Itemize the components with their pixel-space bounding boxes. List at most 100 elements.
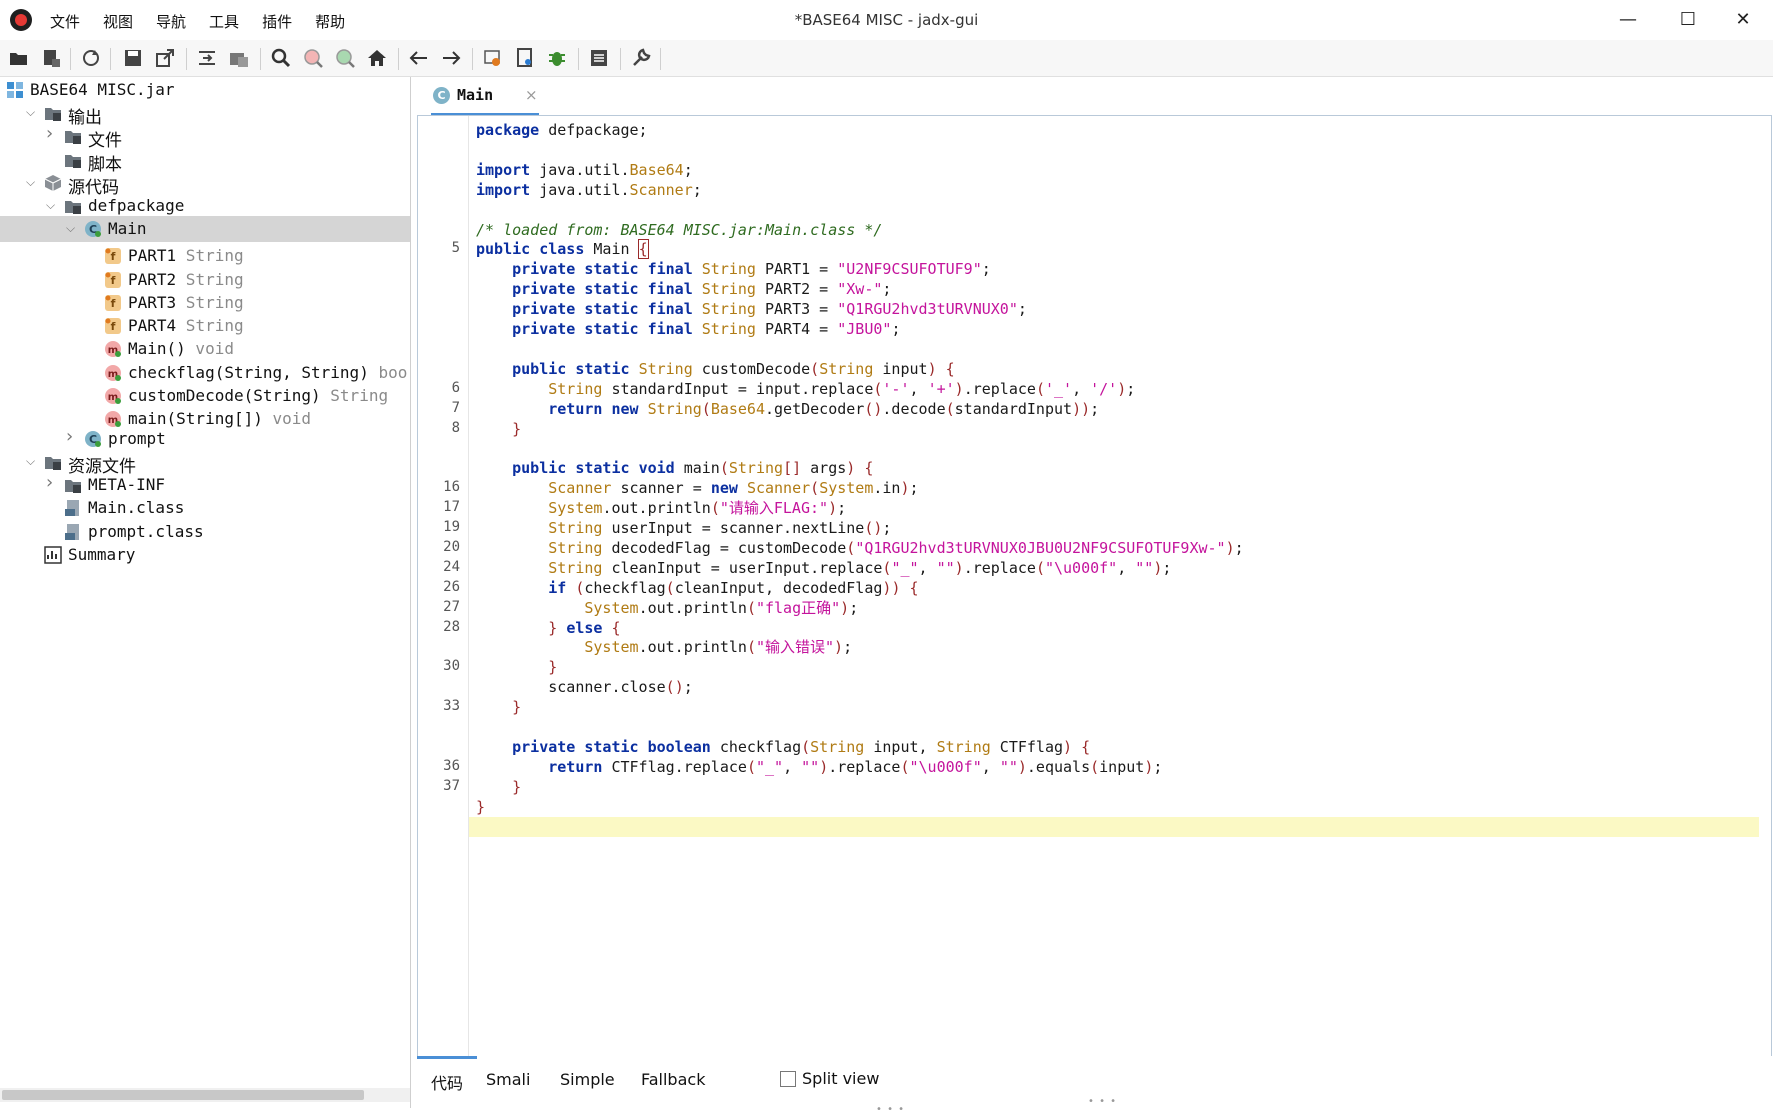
line-number: 8	[451, 419, 460, 436]
summary-icon	[44, 546, 62, 564]
menu-view[interactable]: 视图	[103, 11, 146, 32]
search-icon[interactable]	[270, 47, 292, 69]
chevron-right-icon[interactable]: ›	[46, 472, 58, 493]
home-icon[interactable]	[366, 47, 388, 69]
code-line[interactable]: package defpackage;	[476, 120, 648, 140]
code-editor[interactable]: 5 6 7 8 16 17 19 20 24 26 27 28 30 33 36 37 package def…	[417, 115, 1772, 1057]
plugins-icon[interactable]	[588, 47, 610, 69]
export-icon[interactable]	[154, 47, 176, 69]
code-line[interactable]: public static String customDecode(String…	[476, 359, 955, 379]
code-line[interactable]: private static final String PART3 = "Q1R…	[476, 299, 1027, 319]
field-icon: f	[104, 317, 122, 335]
code-line[interactable]: public class Main {	[476, 239, 649, 260]
code-line[interactable]: } else {	[476, 618, 620, 638]
code-line[interactable]: if (checkflag(cleanInput, decodedFlag)) …	[476, 578, 918, 598]
class-icon: C	[84, 220, 102, 238]
code-line[interactable]: String userInput = scanner.nextLine();	[476, 518, 891, 538]
code-line[interactable]: public static void main(String[] args) {	[476, 458, 873, 478]
back-icon[interactable]	[408, 47, 430, 69]
code-line[interactable]: System.out.println("flag正确");	[476, 598, 858, 618]
close-button[interactable]: ✕	[1723, 6, 1763, 34]
tree-item-label: PART4 String	[128, 316, 244, 335]
chevron-right-icon[interactable]: ›	[66, 426, 78, 447]
line-number: 37	[443, 777, 460, 794]
chevron-right-icon[interactable]: ›	[46, 123, 58, 144]
tree-item[interactable]: m Main() void	[0, 336, 410, 362]
tree-item[interactable]: Summary	[0, 542, 410, 568]
menu-tools[interactable]: 工具	[209, 11, 252, 32]
code-line[interactable]: }	[476, 777, 521, 797]
tab-fallback[interactable]: Fallback	[641, 1070, 705, 1089]
add-files-icon[interactable]	[40, 47, 62, 69]
tree-item[interactable]: Main.class	[0, 495, 410, 521]
tab-smali[interactable]: Smali	[486, 1070, 530, 1089]
find-class-icon[interactable]	[334, 47, 356, 69]
menu-navigation[interactable]: 导航	[156, 11, 199, 32]
find-usage-icon[interactable]	[302, 47, 324, 69]
tree-item[interactable]: ⌵ C Main	[0, 216, 410, 242]
deobfuscate-icon[interactable]	[482, 47, 504, 69]
code-line[interactable]: }	[476, 419, 521, 439]
code-line[interactable]: String cleanInput = userInput.replace("_…	[476, 558, 1171, 578]
code-line[interactable]: Scanner scanner = new Scanner(System.in)…	[476, 478, 918, 498]
maximize-button[interactable]: ☐	[1668, 6, 1708, 34]
code-line[interactable]: }	[476, 657, 557, 677]
tree-item-type: String	[176, 246, 244, 265]
resize-grip-icon[interactable]: • • •	[1088, 1096, 1117, 1107]
sync-tree-icon[interactable]	[196, 47, 218, 69]
chevron-down-icon[interactable]: ⌵	[46, 198, 58, 212]
code-line[interactable]: import java.util.Base64;	[476, 160, 693, 180]
package-icon	[44, 174, 62, 192]
line-number: 27	[443, 598, 460, 615]
tree-item[interactable]: f PART1 String	[0, 243, 410, 269]
code-line[interactable]: }	[476, 797, 485, 817]
minimize-button[interactable]: —	[1608, 6, 1648, 34]
tree-scrollbar-thumb[interactable]	[2, 1090, 364, 1100]
code-line[interactable]: scanner.close();	[476, 677, 693, 697]
code-line[interactable]: private static boolean checkflag(String …	[476, 737, 1090, 757]
code-line[interactable]: return new String(Base64.getDecoder().de…	[476, 399, 1099, 419]
open-icon[interactable]	[8, 47, 30, 69]
chevron-down-icon[interactable]: ⌵	[26, 175, 38, 189]
code-line[interactable]: String decodedFlag = customDecode("Q1RGU…	[476, 538, 1243, 558]
code-line[interactable]: private static final String PART4 = "JBU…	[476, 319, 900, 339]
settings-icon[interactable]	[630, 47, 652, 69]
current-line-highlight	[469, 816, 1759, 837]
log-icon[interactable]	[514, 47, 536, 69]
tree-item[interactable]: › 文件	[0, 123, 410, 151]
chevron-down-icon[interactable]: ⌵	[26, 454, 38, 468]
line-number: 19	[443, 519, 460, 535]
tree-item-label: Main.class	[88, 498, 185, 517]
tab-main[interactable]: C Main ×	[431, 77, 539, 116]
debug-icon[interactable]	[546, 47, 568, 69]
flatten-icon[interactable]	[228, 47, 250, 69]
code-line[interactable]: private static final String PART1 = "U2N…	[476, 259, 991, 279]
code-line[interactable]: private static final String PART2 = "Xw-…	[476, 279, 891, 299]
code-line[interactable]: /* loaded from: BASE64 MISC.jar:Main.cla…	[476, 220, 882, 240]
tree-item-label: META-INF	[88, 475, 166, 494]
line-number: 6	[451, 379, 460, 396]
menu-help[interactable]: 帮助	[315, 11, 358, 32]
menu-plugins[interactable]: 插件	[262, 11, 305, 32]
chevron-down-icon[interactable]: ⌵	[26, 105, 38, 119]
tab-simple[interactable]: Simple	[560, 1070, 615, 1089]
code-line[interactable]: return CTFflag.replace("_", "").replace(…	[476, 757, 1162, 777]
tab-code[interactable]: 代码	[431, 1070, 463, 1094]
line-number: 7	[451, 399, 460, 416]
split-view-checkbox[interactable]	[780, 1071, 796, 1087]
reload-icon[interactable]	[80, 47, 102, 69]
tree-item-label: PART3 String	[128, 293, 244, 312]
jadx-logo-icon	[10, 9, 32, 31]
code-line[interactable]: String standardInput = input.replace('-'…	[476, 379, 1135, 399]
code-line[interactable]: System.out.println("输入错误");	[476, 637, 852, 657]
tab-close-icon[interactable]: ×	[525, 86, 538, 104]
menu-file[interactable]: 文件	[50, 11, 93, 32]
chevron-down-icon[interactable]: ⌵	[66, 221, 78, 235]
code-line[interactable]: import java.util.Scanner;	[476, 180, 702, 200]
save-icon[interactable]	[122, 47, 144, 69]
code-line[interactable]: }	[476, 697, 521, 717]
code-line[interactable]: System.out.println("请输入FLAG:");	[476, 498, 846, 518]
forward-icon[interactable]	[440, 47, 462, 69]
resize-grip-icon[interactable]: • • •	[876, 1104, 905, 1115]
editor-tab-bar: C Main ×	[417, 77, 1773, 116]
